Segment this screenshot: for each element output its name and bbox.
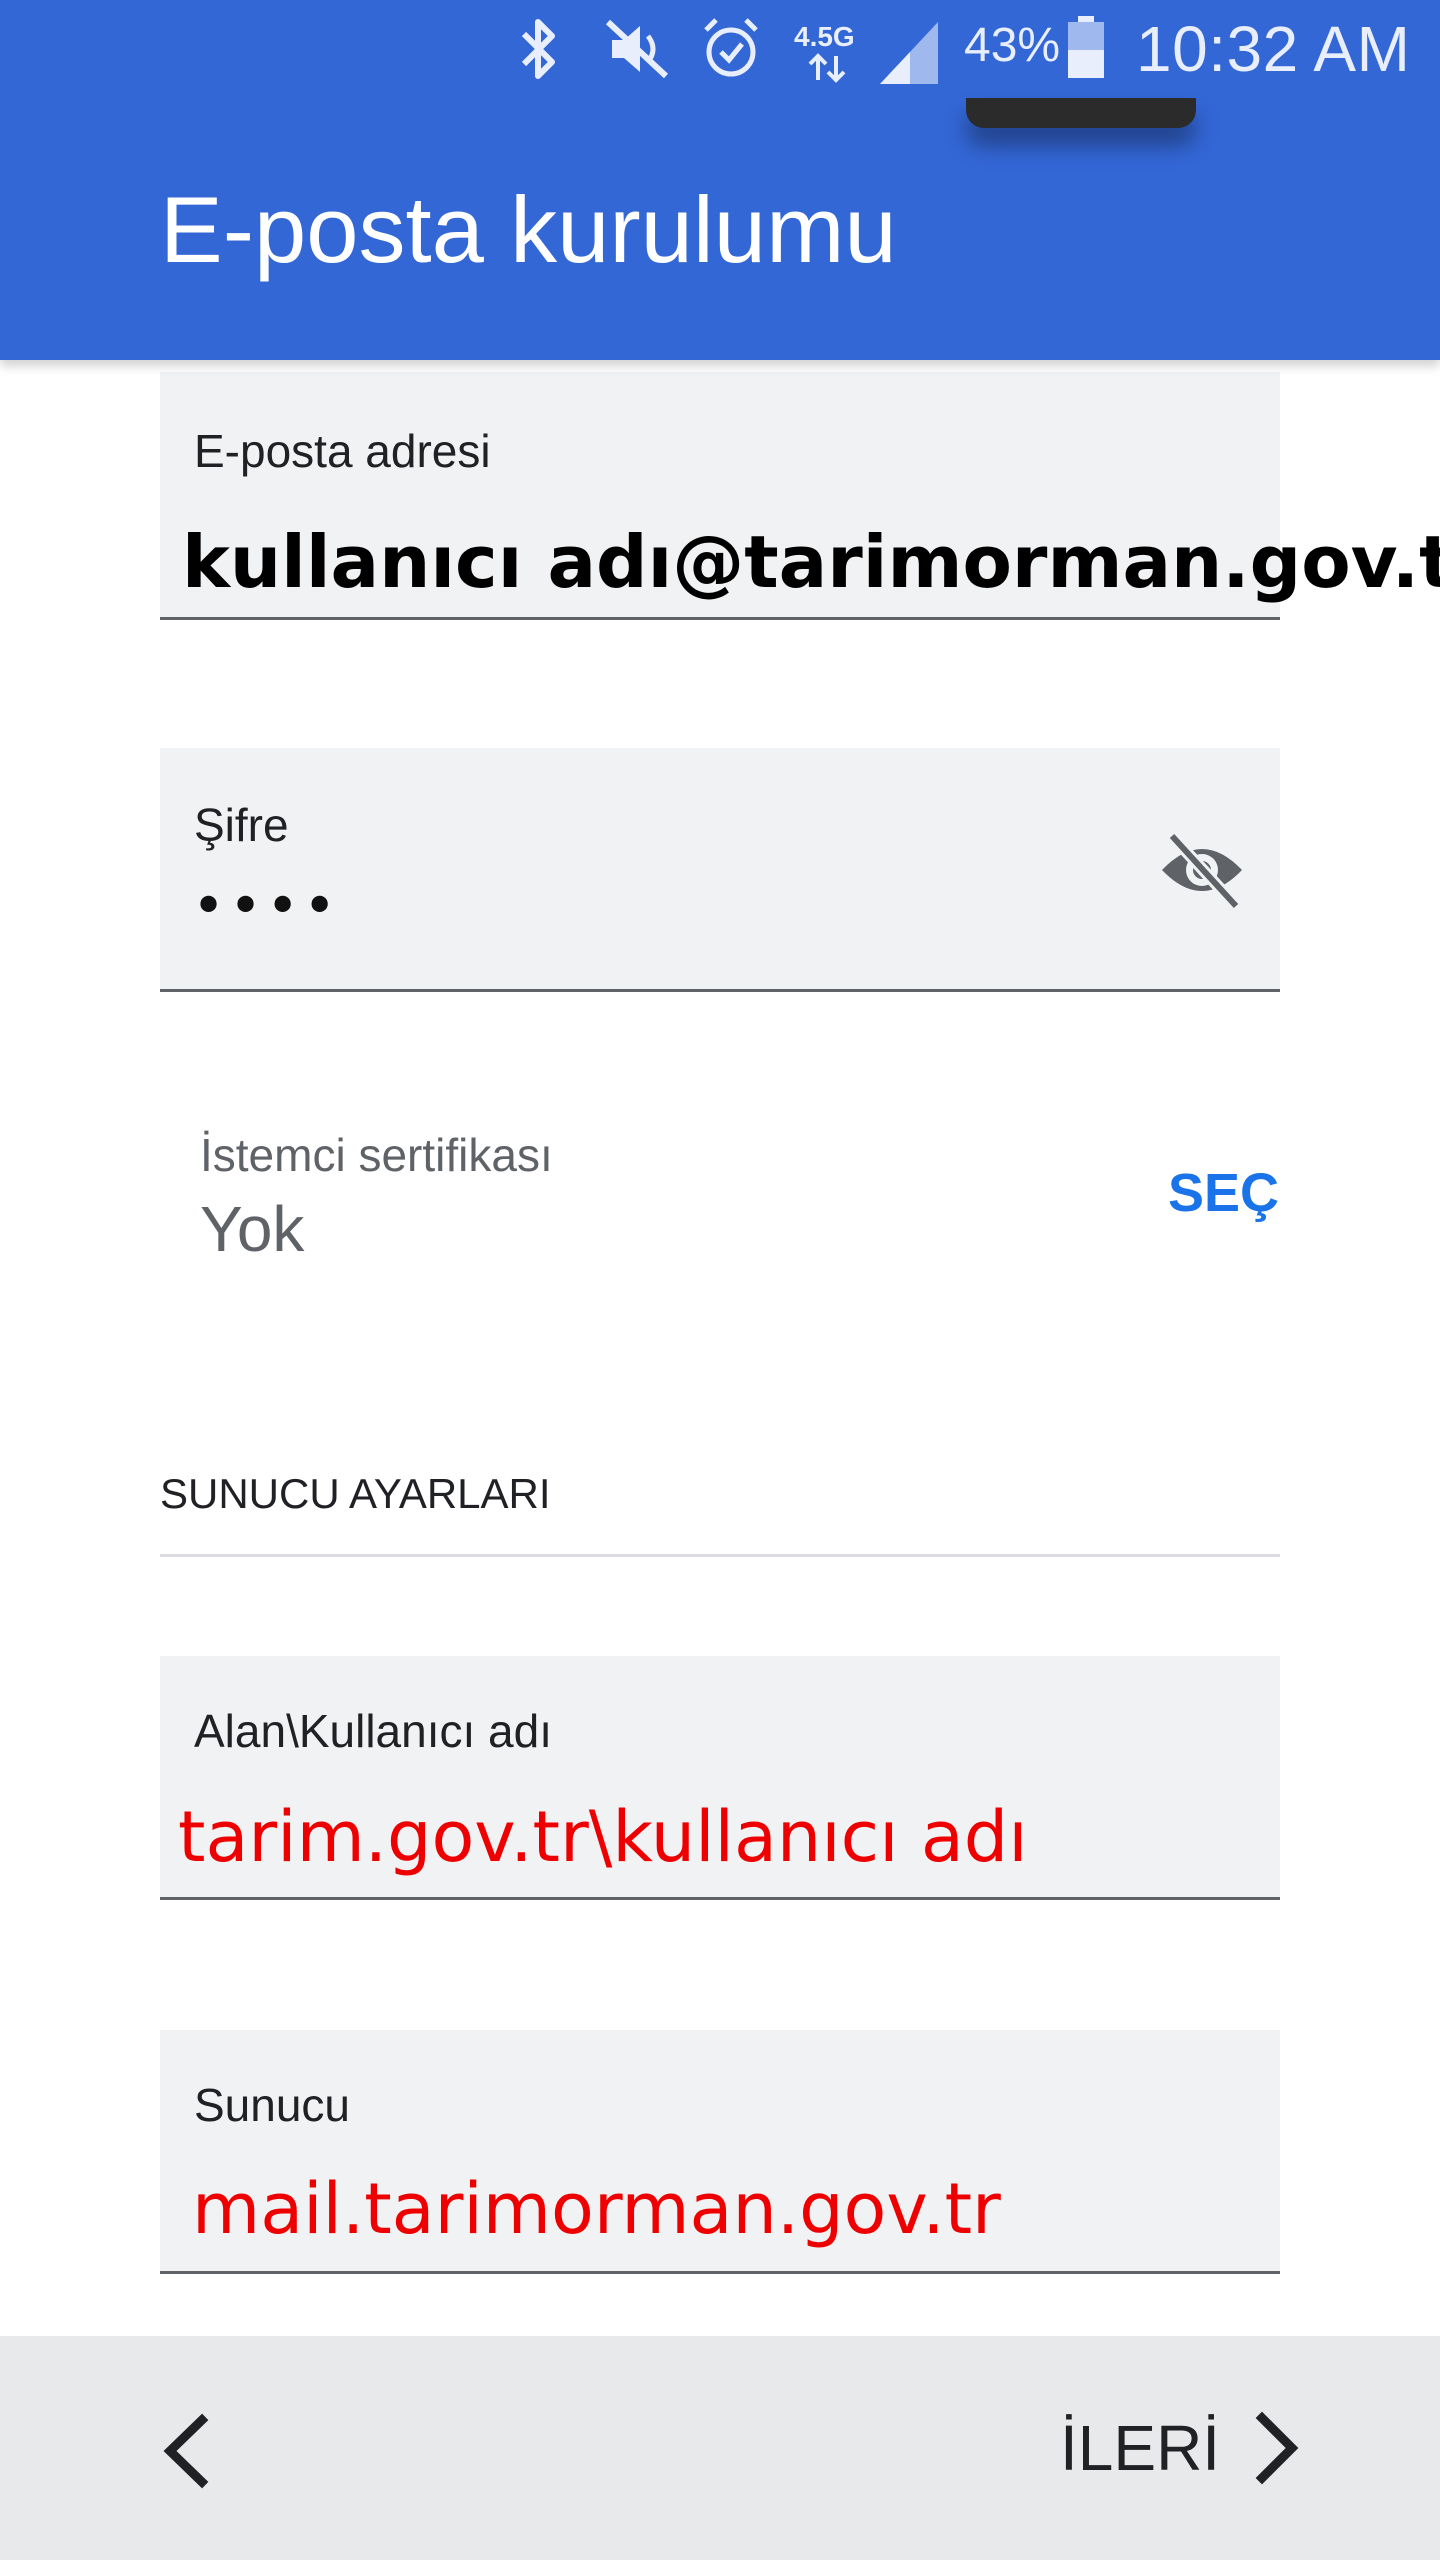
server-settings-title: SUNUCU AYARLARI	[160, 1470, 551, 1517]
server-field[interactable]: Sunucu mail.tarimorman.gov.tr	[160, 2030, 1280, 2274]
select-certificate-button[interactable]: SEÇ	[1168, 1162, 1279, 1224]
chevron-right-icon	[1255, 2411, 1299, 2485]
domain-username-input[interactable]: tarim.gov.tr\kullanıcı adı	[178, 1796, 1028, 1878]
password-field[interactable]: Şifre ••••	[160, 748, 1280, 992]
section-divider	[160, 1554, 1280, 1557]
domain-username-field[interactable]: Alan\Kullanıcı adı tarim.gov.tr\kullanıc…	[160, 1656, 1280, 1900]
camera-notch	[966, 98, 1196, 128]
app-bar: 4.5G 43% 10:32 AM E-posta kurulumu	[0, 0, 1440, 360]
server-label: Sunucu	[194, 2079, 351, 2131]
mute-icon	[605, 19, 669, 79]
email-field[interactable]: E-posta adresi kullanıcı adı@tarimorman.…	[160, 372, 1440, 620]
email-input[interactable]: kullanıcı adı@tarimorman.gov.tr	[182, 520, 1440, 604]
password-label: Şifre	[194, 799, 289, 851]
status-bar: 4.5G 43% 10:32 AM	[0, 0, 1440, 100]
server-input[interactable]: mail.tarimorman.gov.tr	[192, 2168, 1001, 2250]
bluetooth-icon	[521, 19, 555, 79]
bottom-navigation-bar: İLERİ	[0, 2336, 1440, 2560]
battery-percent: 43%	[964, 19, 1061, 72]
alarm-icon	[704, 18, 758, 77]
visibility-off-icon[interactable]	[1154, 828, 1250, 912]
password-input[interactable]: ••••	[192, 874, 340, 939]
page-title: E-posta kurulumu	[160, 177, 897, 282]
network-type-label: 4.5G	[794, 21, 855, 52]
4g-network-icon: 4.5G	[794, 21, 855, 83]
clock: 10:32 AM	[1136, 13, 1411, 85]
next-button[interactable]: İLERİ	[1060, 2398, 1306, 2498]
domain-username-label: Alan\Kullanıcı adı	[194, 1705, 553, 1757]
battery-icon	[1068, 16, 1104, 78]
next-button-label: İLERİ	[1060, 2412, 1221, 2484]
chevron-left-icon[interactable]	[150, 2406, 220, 2496]
signal-icon	[880, 22, 938, 84]
client-certificate-label: İstemci sertifikası	[200, 1129, 553, 1181]
client-certificate-value: Yok	[200, 1193, 305, 1265]
email-label: E-posta adresi	[194, 425, 491, 477]
